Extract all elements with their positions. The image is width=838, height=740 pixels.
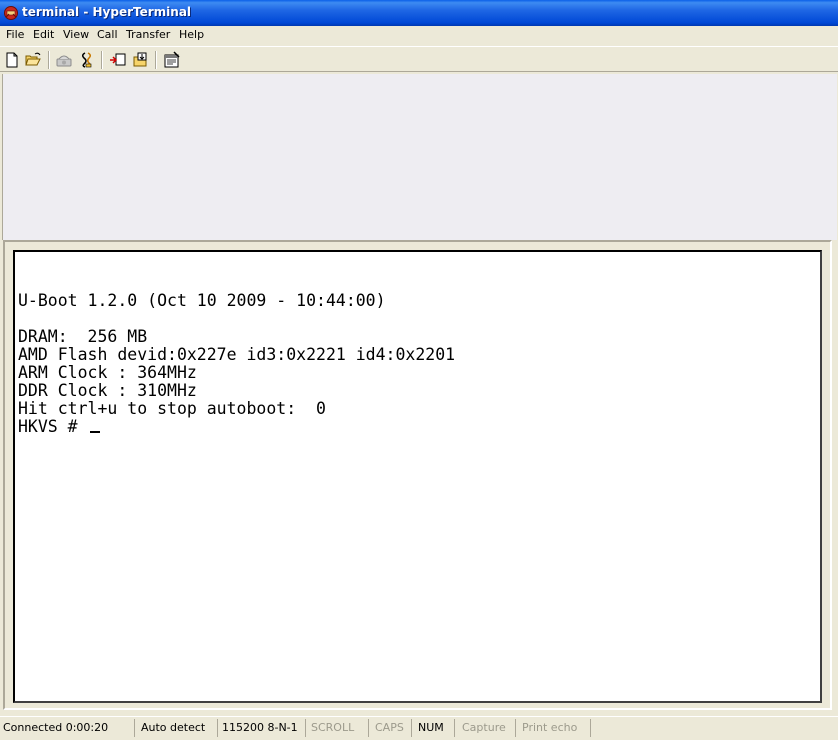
receive-icon[interactable] [132,51,150,69]
status-bar: Connected 0:00:20 Auto detect 115200 8-N… [0,716,838,740]
terminal-line: U-Boot 1.2.0 (Oct 10 2009 - 10:44:00) [18,291,386,310]
terminal-line: ARM Clock : 364MHz [18,363,197,382]
hyperterminal-window: terminal - HyperTerminal File Edit View … [0,0,838,740]
hyperterminal-icon[interactable] [3,5,19,21]
menu-edit[interactable]: Edit [33,28,54,41]
terminal-prompt: HKVS # [18,417,88,436]
terminal-prompt-line: HKVS # [18,418,100,436]
menu-bar: File Edit View Call Transfer Help [0,26,838,44]
window-title: terminal - HyperTerminal [22,5,192,19]
new-connection-icon[interactable] [3,51,21,69]
toolbar-separator [101,51,103,69]
status-print-echo: Print echo [519,719,591,737]
menu-file[interactable]: File [6,28,24,41]
toolbar-separator [155,51,157,69]
properties-icon[interactable] [163,51,181,69]
status-connected: Connected 0:00:20 [0,719,135,737]
title-bar[interactable]: terminal - HyperTerminal [0,0,838,26]
status-detect: Auto detect [138,719,218,737]
status-scroll: SCROLL [308,719,369,737]
call-icon[interactable] [55,51,73,69]
text-cursor [89,431,100,433]
terminal-screen[interactable]: U-Boot 1.2.0 (Oct 10 2009 - 10:44:00) DR… [13,250,822,703]
menu-call[interactable]: Call [97,28,118,41]
disconnect-icon[interactable] [78,51,96,69]
terminal-line: DDR Clock : 310MHz [18,381,197,400]
menu-help[interactable]: Help [179,28,204,41]
toolbar [0,46,838,72]
menu-view[interactable]: View [63,28,89,41]
send-icon[interactable] [109,51,127,69]
status-caps: CAPS [372,719,412,737]
status-num: NUM [415,719,455,737]
status-settings: 115200 8-N-1 [219,719,306,737]
toolbar-separator [48,51,50,69]
status-capture: Capture [459,719,516,737]
terminal-line: DRAM: 256 MB [18,327,148,346]
open-icon[interactable] [24,51,42,69]
terminal-line: AMD Flash devid:0x227e id3:0x2221 id4:0x… [18,345,456,364]
menu-transfer[interactable]: Transfer [126,28,170,41]
backscroll-area [2,74,837,240]
terminal-line: Hit ctrl+u to stop autoboot: 0 [18,399,326,418]
